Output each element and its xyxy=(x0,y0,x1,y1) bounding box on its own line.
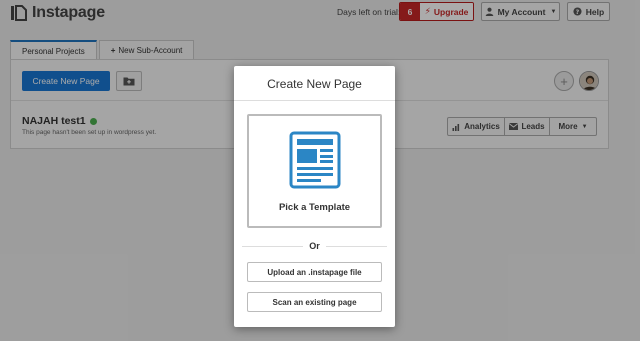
upload-instapage-file-button[interactable]: Upload an .instapage file xyxy=(247,262,382,282)
pick-template-label: Pick a Template xyxy=(278,202,351,213)
modal-title: Create New Page xyxy=(267,77,362,91)
or-separator: Or xyxy=(234,240,395,252)
or-label: Or xyxy=(309,241,320,251)
separator-line xyxy=(325,245,388,247)
document-template-icon xyxy=(289,131,341,189)
scan-existing-page-button[interactable]: Scan an existing page xyxy=(247,292,382,312)
modal-divider xyxy=(234,100,395,101)
upload-label: Upload an .instapage file xyxy=(267,267,362,277)
separator-line xyxy=(242,245,304,247)
scan-label: Scan an existing page xyxy=(272,297,357,307)
create-page-modal: Create New Page Pick a Template Or Uploa… xyxy=(234,66,395,327)
pick-template-card[interactable]: Pick a Template xyxy=(247,114,382,228)
